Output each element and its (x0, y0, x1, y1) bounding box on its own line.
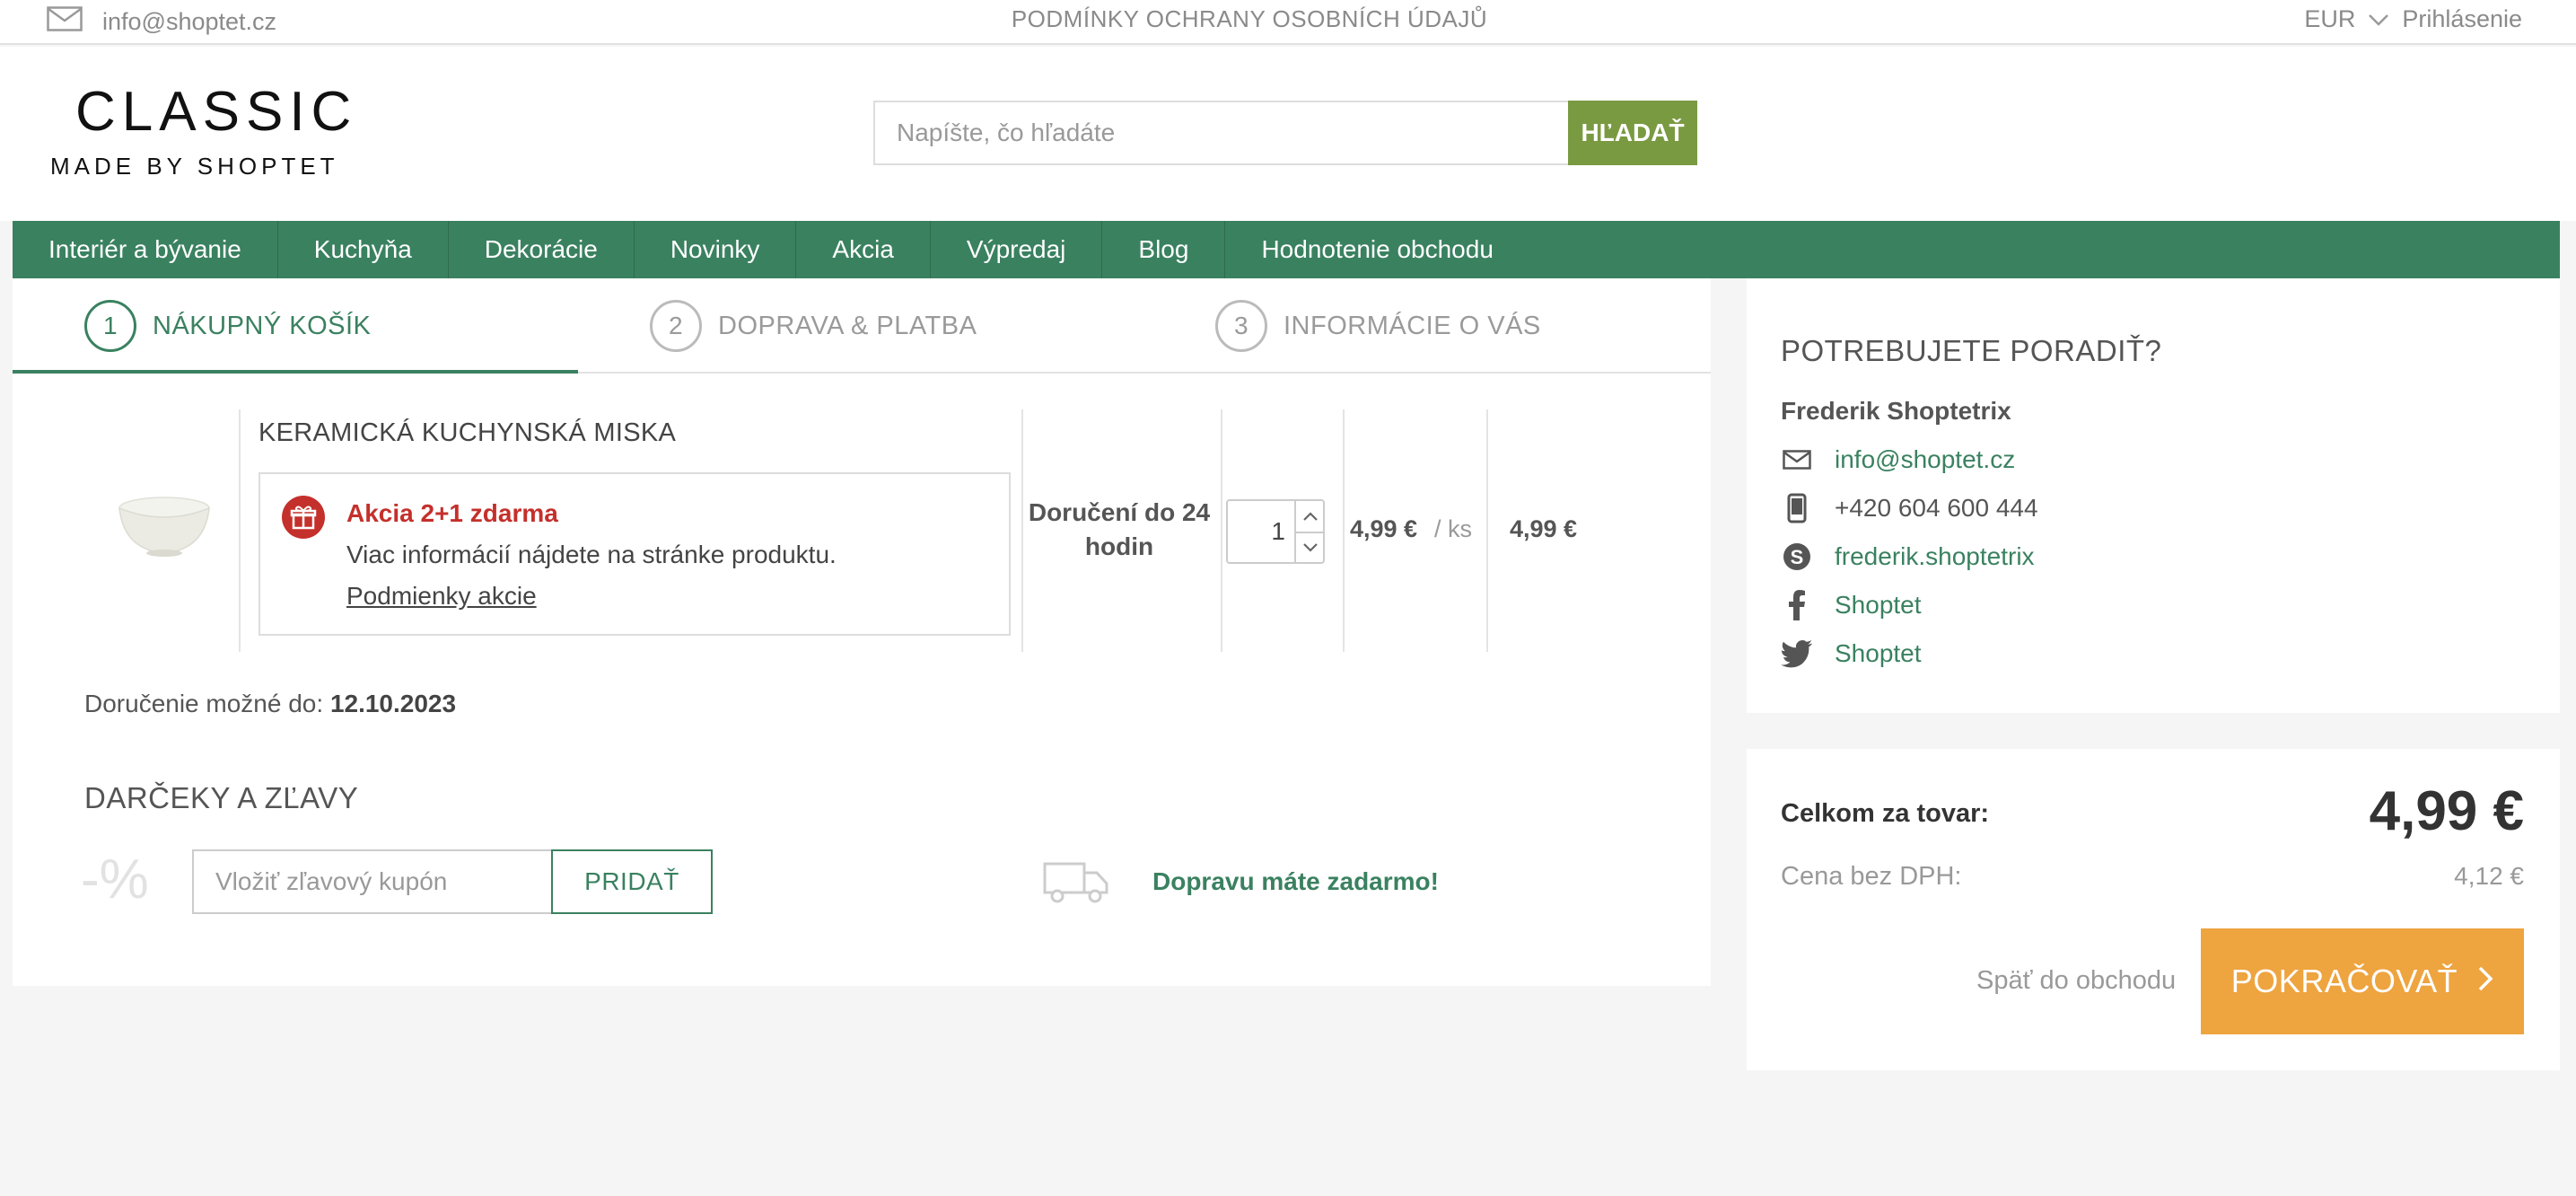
help-panel: POTREBUJETE PORADIŤ? Frederik Shoptetrix… (1747, 278, 2560, 713)
delivery-date: Doručenie možné do: 12.10.2023 (84, 690, 456, 718)
currency-selector[interactable]: EUR (2304, 5, 2355, 33)
contact-facebook[interactable]: Shoptet (1781, 585, 1922, 625)
coupon-input[interactable]: Vložiť zľavový kupón (192, 849, 553, 914)
net-price: 4,12 € (2454, 862, 2524, 890)
discounts-heading: DARČEKY A ZĽAVY (84, 781, 359, 814)
delivery-time: Doručení do 24 hodin (1028, 498, 1211, 560)
contact-email[interactable]: info@shoptet.cz (1781, 440, 2015, 479)
search-button[interactable]: HĽADAŤ (1568, 101, 1697, 165)
cart-panel: 1 NÁKUPNÝ KOŠÍK 2 DOPRAVA & PLATBA 3 INF… (13, 278, 1711, 986)
column-divider (1021, 409, 1023, 652)
promo-title: Akcia 2+1 zdarma (346, 499, 558, 527)
logo-title: CLASSIC (75, 81, 358, 143)
quantity-stepper[interactable]: 1 (1226, 499, 1325, 564)
unit-label: / ks (1434, 515, 1473, 542)
nav-item-clearance[interactable]: Výpredaj (931, 221, 1103, 278)
logo[interactable]: CLASSIC MADE BY SHOPTET (50, 81, 358, 180)
contact-phone: +420 604 600 444 (1781, 488, 2038, 528)
twitter-icon (1781, 638, 1813, 670)
cart-item-row: KERAMICKÁ KUCHYNSKÁ MISKA Akcia 2+1 zdar… (88, 409, 1596, 652)
nav-item-blog[interactable]: Blog (1102, 221, 1226, 278)
skype-icon: S (1781, 541, 1813, 573)
nav-item-news[interactable]: Novinky (635, 221, 797, 278)
chevron-right-icon (2477, 963, 2493, 1000)
contact-name: Frederik Shoptetrix (1781, 397, 2011, 425)
top-bar: info@shoptet.cz PODMÍNKY OCHRANY OSOBNÍC… (0, 0, 2576, 45)
gift-icon (282, 496, 325, 539)
total-price: 4,99 € (2369, 780, 2524, 842)
nav-item-reviews[interactable]: Hodnotenie obchodu (1225, 221, 1529, 278)
total-label: Celkom za tovar: (1781, 799, 1990, 828)
truck-icon (1043, 860, 1109, 905)
nav-item-sale[interactable]: Akcia (796, 221, 931, 278)
contact-phone-text: +420 604 600 444 (1835, 494, 2038, 522)
nav-item-interior[interactable]: Interiér a bývanie (13, 221, 278, 278)
header: CLASSIC MADE BY SHOPTET Napíšte, čo hľad… (0, 47, 2576, 221)
continue-label: POKRAČOVAŤ (2230, 963, 2458, 999)
facebook-icon (1781, 589, 1813, 621)
step-cart[interactable]: 1 NÁKUPNÝ KOŠÍK (84, 300, 371, 352)
line-total: 4,99 € (1510, 515, 1578, 542)
product-name-link[interactable]: KERAMICKÁ KUCHYNSKÁ MISKA (258, 418, 676, 448)
envelope-icon (1781, 444, 1813, 476)
delivery-date-label: Doručenie možné do: (84, 690, 324, 717)
step-customer-info[interactable]: 3 INFORMÁCIE O VÁS (1215, 300, 1541, 352)
percent-icon: -% (81, 849, 149, 910)
column-divider (239, 409, 241, 652)
contact-twitter[interactable]: Shoptet (1781, 634, 1922, 673)
column-divider (1221, 409, 1222, 652)
step-number: 2 (650, 300, 702, 352)
active-step-indicator (13, 370, 578, 374)
chevron-down-icon[interactable] (2368, 5, 2389, 33)
step-label: DOPRAVA & PLATBA (718, 311, 977, 340)
main-navigation: Interiér a bývanie Kuchyňa Dekorácie Nov… (13, 221, 2560, 278)
promo-text: Viac informácií nájdete na stránke produ… (346, 541, 837, 568)
continue-button[interactable]: POKRAČOVAŤ (2201, 928, 2524, 1034)
svg-text:S: S (1791, 546, 1804, 568)
promo-conditions-link[interactable]: Podmienky akcie (346, 582, 537, 611)
step-shipping-payment[interactable]: 2 DOPRAVA & PLATBA (650, 300, 977, 352)
contact-email-link[interactable]: info@shoptet.cz (1835, 445, 2015, 474)
column-divider (1486, 409, 1488, 652)
step-label: NÁKUPNÝ KOŠÍK (153, 311, 372, 340)
product-image[interactable] (115, 490, 214, 562)
logo-subtitle: MADE BY SHOPTET (50, 153, 339, 180)
quantity-input[interactable]: 1 (1228, 501, 1291, 562)
step-number: 1 (84, 300, 136, 352)
contact-skype[interactable]: S frederik.shoptetrix (1781, 537, 2035, 576)
column-divider (1343, 409, 1345, 652)
step-label: INFORMÁCIE O VÁS (1284, 311, 1541, 340)
quantity-decrease-button[interactable] (1294, 532, 1325, 562)
quantity-increase-button[interactable] (1294, 501, 1325, 532)
back-to-shop-link[interactable]: Späť do obchodu (1976, 966, 2176, 996)
delivery-date-value: 12.10.2023 (329, 690, 457, 717)
search-input[interactable]: Napíšte, čo hľadáte (873, 101, 1568, 165)
promo-box: Akcia 2+1 zdarma Viac informácií nájdete… (258, 472, 1011, 636)
free-shipping-notice: Dopravu máte zadarmo! (1152, 867, 1439, 895)
checkout-steps: 1 NÁKUPNÝ KOŠÍK 2 DOPRAVA & PLATBA 3 INF… (13, 278, 1711, 374)
nav-item-kitchen[interactable]: Kuchyňa (278, 221, 449, 278)
help-title: POTREBUJETE PORADIŤ? (1781, 334, 2162, 367)
privacy-link[interactable]: PODMÍNKY OCHRANY OSOBNÍCH ÚDAJŮ (0, 5, 2499, 33)
unit-price: 4,99 € (1350, 515, 1418, 542)
phone-icon (1781, 492, 1813, 524)
login-link[interactable]: Prihlásenie (2402, 5, 2522, 33)
order-summary: Celkom za tovar: 4,99 € Cena bez DPH: 4,… (1747, 749, 2560, 1070)
net-price-label: Cena bez DPH: (1781, 862, 1962, 891)
contact-facebook-link[interactable]: Shoptet (1835, 591, 1922, 620)
step-number: 3 (1215, 300, 1267, 352)
nav-item-decorations[interactable]: Dekorácie (449, 221, 635, 278)
contact-twitter-link[interactable]: Shoptet (1835, 639, 1922, 668)
contact-skype-link[interactable]: frederik.shoptetrix (1835, 542, 2035, 571)
add-coupon-button[interactable]: PRIDAŤ (551, 849, 713, 914)
search-form: Napíšte, čo hľadáte HĽADAŤ (873, 101, 1697, 165)
